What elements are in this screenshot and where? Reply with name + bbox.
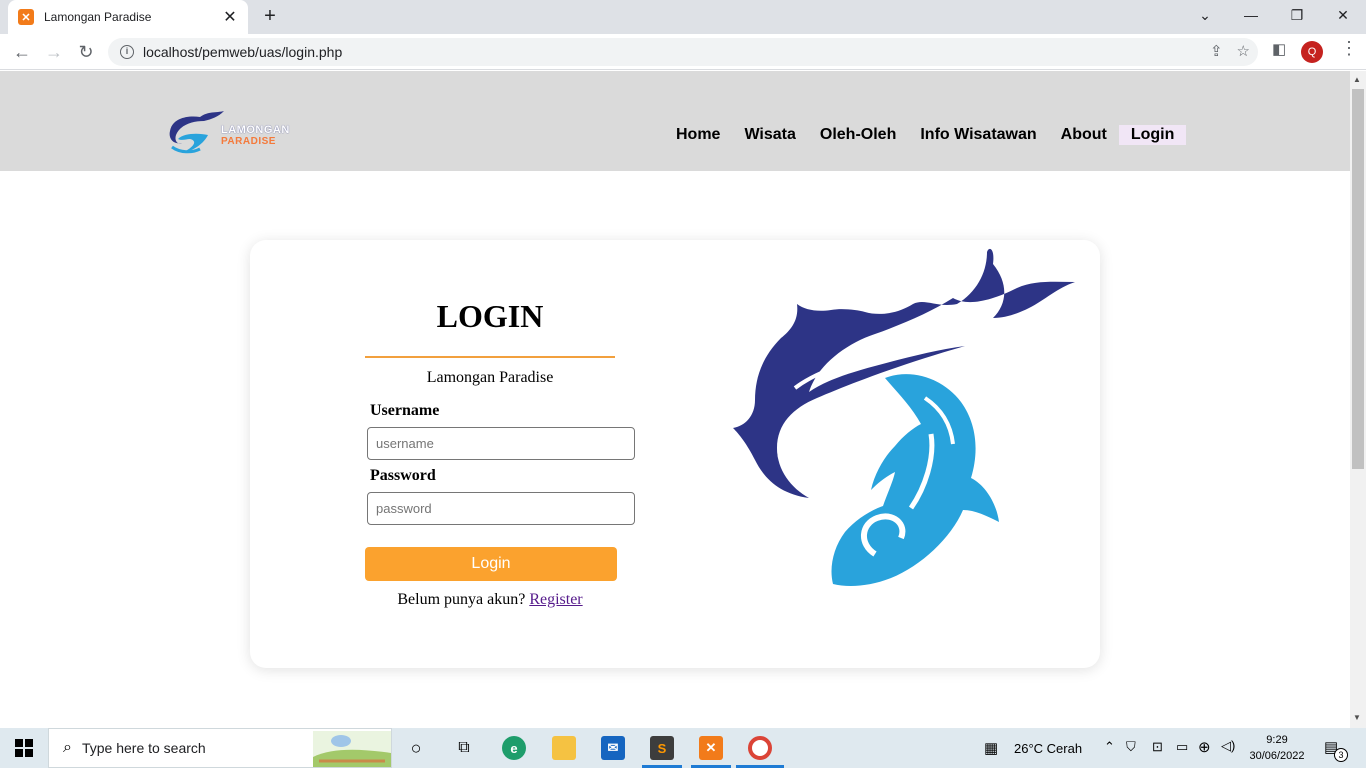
logo-text-line2: PARADISE [221, 136, 276, 147]
weather-icon[interactable]: ▦ [984, 739, 998, 757]
taskbar-search[interactable]: ⌕ Type here to search [48, 728, 392, 768]
bookmark-star-icon[interactable]: ☆ [1237, 42, 1250, 60]
start-button[interactable] [0, 728, 48, 768]
scroll-up-icon[interactable]: ▲ [1353, 75, 1361, 84]
browser-toolbar: ← → ↻ i localhost/pemweb/uas/login.php ⇪… [0, 34, 1366, 70]
search-highlight-illustration-icon [313, 731, 391, 767]
usb-icon[interactable]: ⊡ [1152, 739, 1163, 755]
tab-title: Lamongan Paradise [44, 10, 152, 24]
title-underline [365, 356, 615, 358]
username-input[interactable] [367, 427, 635, 460]
side-panel-icon[interactable]: ◧ [1272, 40, 1286, 58]
reload-icon[interactable]: ↻ [74, 40, 98, 64]
new-tab-icon[interactable]: + [258, 6, 282, 28]
back-icon[interactable]: ← [10, 40, 34, 64]
xampp-icon[interactable]: ✕ [699, 736, 723, 760]
site-header: LAMONGAN PARADISE Home Wisata Oleh-Oleh … [0, 71, 1350, 171]
sublime-text-icon[interactable]: S [650, 736, 674, 760]
close-window-icon[interactable]: ✕ [1320, 0, 1366, 30]
edge-icon[interactable]: e [502, 736, 526, 760]
register-line: Belum punya akun? Register [365, 591, 615, 609]
cortana-icon[interactable]: ○ [404, 736, 428, 760]
url-text[interactable]: localhost/pemweb/uas/login.php [143, 44, 342, 60]
password-label: Password [370, 467, 436, 484]
site-logo[interactable]: LAMONGAN PARADISE [164, 109, 304, 159]
clock-time: 9:29 [1266, 734, 1288, 746]
close-tab-icon[interactable]: ✕ [222, 7, 238, 27]
browser-tab[interactable]: ✕ Lamongan Paradise ✕ [8, 0, 248, 34]
scroll-down-icon[interactable]: ▼ [1353, 713, 1361, 722]
username-label: Username [370, 402, 440, 419]
password-input[interactable] [367, 492, 635, 525]
nav-login[interactable]: Login [1118, 125, 1187, 145]
search-icon: ⌕ [63, 739, 72, 756]
xampp-favicon-icon: ✕ [18, 9, 34, 25]
login-card: LOGIN Lamongan Paradise Username Passwor… [250, 240, 1100, 668]
address-bar[interactable]: i localhost/pemweb/uas/login.php ⇪ ☆ [108, 38, 1258, 66]
lamongan-paradise-fish-logo [733, 248, 1075, 586]
login-title: LOGIN [436, 298, 544, 334]
logo-text-line1: LAMONGAN [221, 124, 290, 136]
search-placeholder: Type here to search [81, 740, 206, 756]
page-scrollbar[interactable]: ▲ ▼ [1350, 71, 1366, 728]
login-subtitle: Lamongan Paradise [426, 369, 554, 386]
menu-kebab-icon[interactable]: ⋮ [1340, 38, 1358, 59]
main-nav: Home Wisata Oleh-Oleh Info Wisatawan Abo… [664, 125, 1187, 145]
windows-logo-icon [15, 739, 33, 757]
share-icon[interactable]: ⇪ [1210, 42, 1223, 60]
security-icon[interactable]: ⛉ [1126, 739, 1136, 755]
browser-tabstrip: ✕ Lamongan Paradise ✕ + ⌄ — ❐ ✕ [0, 0, 1366, 34]
network-globe-icon[interactable]: ⊕ [1198, 738, 1211, 756]
minimize-icon[interactable]: — [1228, 0, 1274, 30]
register-prompt: Belum punya akun? [397, 591, 526, 608]
tab-search-chevron-icon[interactable]: ⌄ [1182, 0, 1228, 30]
restore-icon[interactable]: ❐ [1274, 0, 1320, 30]
nav-oleh-oleh[interactable]: Oleh-Oleh [808, 125, 908, 145]
chrome-icon[interactable] [748, 736, 772, 760]
nav-info-wisatawan[interactable]: Info Wisatawan [908, 125, 1048, 145]
nav-home[interactable]: Home [664, 125, 732, 145]
nav-about[interactable]: About [1049, 125, 1119, 145]
page-viewport: LAMONGAN PARADISE Home Wisata Oleh-Oleh … [0, 71, 1350, 728]
tray-overflow-icon[interactable]: ⌃ [1104, 739, 1115, 755]
notification-count-badge: 3 [1334, 748, 1348, 762]
weather-text[interactable]: 26°C Cerah [1014, 741, 1082, 756]
register-link[interactable]: Register [529, 591, 582, 608]
profile-avatar[interactable]: Q [1301, 41, 1323, 63]
volume-icon[interactable]: ◁) [1221, 738, 1235, 754]
task-view-icon[interactable]: ⧉ [452, 736, 476, 760]
file-explorer-icon[interactable] [552, 736, 576, 760]
login-button[interactable]: Login [365, 547, 617, 581]
forward-icon[interactable]: → [42, 40, 66, 64]
windows-taskbar: ⌕ Type here to search ○ ⧉ e ✉ S ✕ ▦ 26°C… [0, 728, 1366, 768]
mail-icon[interactable]: ✉ [601, 736, 625, 760]
clock-date: 30/06/2022 [1249, 750, 1305, 762]
logo-fish-icon [169, 111, 224, 154]
taskbar-clock[interactable]: 9:29 30/06/2022 [1244, 732, 1310, 764]
site-info-icon[interactable]: i [120, 45, 134, 59]
scrollbar-thumb[interactable] [1352, 89, 1364, 469]
battery-icon[interactable]: ▭ [1176, 739, 1188, 755]
nav-wisata[interactable]: Wisata [732, 125, 807, 145]
